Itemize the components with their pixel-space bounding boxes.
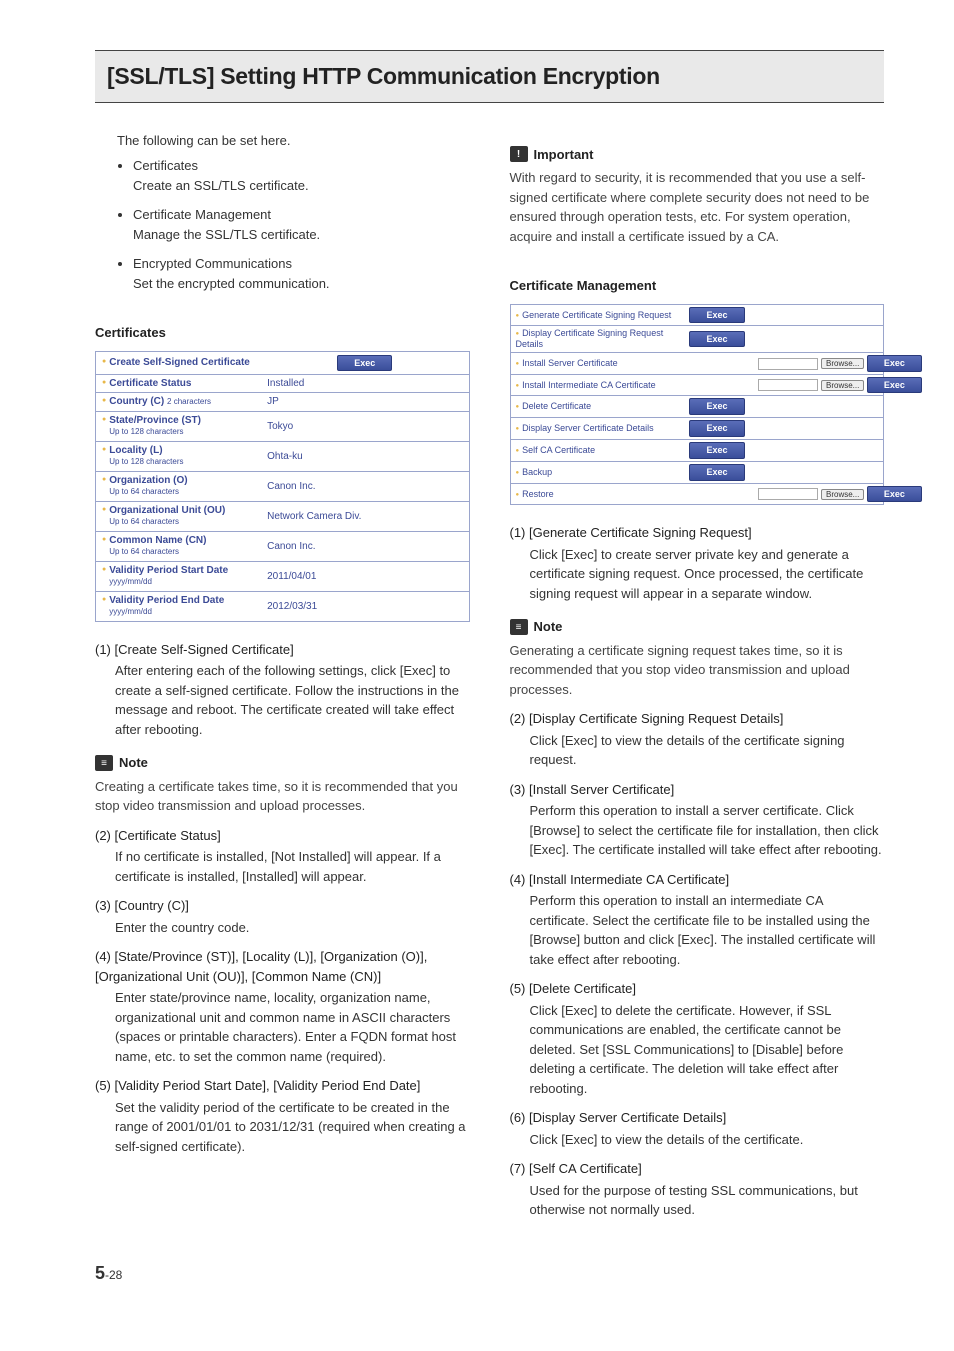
important-icon: [510, 146, 528, 162]
page-title: [SSL/TLS] Setting HTTP Communication Enc…: [95, 51, 884, 102]
intro-text: The following can be set here.: [117, 131, 470, 151]
left-item1-body: After entering each of the following set…: [115, 661, 470, 739]
left-column: The following can be set here. Certifica…: [95, 131, 470, 1230]
right-column: Important With regard to security, it is…: [510, 131, 885, 1230]
note-icon: [95, 755, 113, 771]
file-input[interactable]: [758, 358, 818, 370]
page-number: 5-28: [95, 1260, 884, 1287]
cert-mgmt-table: Generate Certificate Signing RequestExec…: [510, 304, 885, 506]
intro-bullets: CertificatesCreate an SSL/TLS certificat…: [117, 156, 470, 293]
bullet-encrypted: Encrypted CommunicationsSet the encrypte…: [133, 254, 470, 293]
note-callout: Note Generating a certificate signing re…: [510, 617, 885, 699]
note-callout: Note Creating a certificate takes time, …: [95, 753, 470, 816]
cert-row-label: Create Self-Signed Certificate: [109, 357, 250, 368]
browse-button[interactable]: Browse...: [821, 358, 864, 370]
content-columns: The following can be set here. Certifica…: [95, 131, 884, 1230]
exec-button[interactable]: Exec: [337, 355, 392, 371]
exec-button[interactable]: Exec: [689, 307, 744, 324]
important-callout: Important With regard to security, it is…: [510, 145, 885, 247]
certificates-head: Certificates: [95, 323, 470, 343]
bullet-certificates: CertificatesCreate an SSL/TLS certificat…: [133, 156, 470, 195]
certificates-table: Create Self-Signed Certificate Exec Cert…: [95, 351, 470, 622]
page-title-wrap: [SSL/TLS] Setting HTTP Communication Enc…: [95, 50, 884, 103]
bullet-cert-mgmt: Certificate ManagementManage the SSL/TLS…: [133, 205, 470, 244]
left-item1-head: (1) [Create Self-Signed Certificate]: [95, 640, 470, 660]
cert-mgmt-head: Certificate Management: [510, 276, 885, 296]
note-icon: [510, 619, 528, 635]
